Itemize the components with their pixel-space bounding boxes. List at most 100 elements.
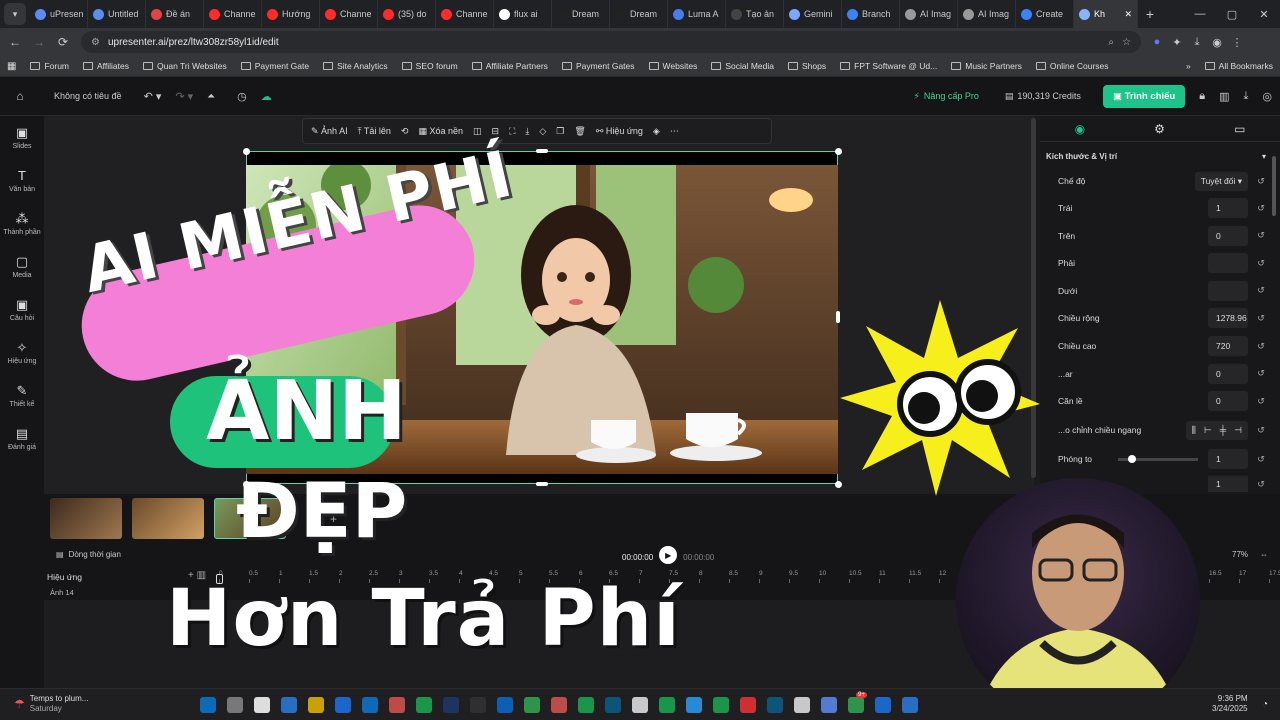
align-left-icon[interactable]: ⊢ [1204, 425, 1212, 436]
photoshop-icon[interactable] [443, 697, 459, 713]
reset-icon[interactable]: ↺ [1254, 425, 1268, 436]
align-center-icon[interactable]: ╪ [1220, 425, 1226, 436]
rail-item-questions[interactable]: ▣ Câu hỏi [0, 288, 44, 331]
browser-menu-icon[interactable]: ⋮ [1227, 36, 1247, 49]
redo-icon[interactable]: ↷ ▾ [175, 90, 193, 103]
bookmark-folder[interactable]: Shops [781, 61, 833, 71]
profile-avatar-icon[interactable]: ◉ [1207, 36, 1227, 49]
browser-tab[interactable]: Tạo ản [726, 0, 784, 28]
bookmark-folder[interactable]: Payment Gate [234, 61, 316, 71]
edge-icon[interactable] [335, 697, 351, 713]
forward-icon[interactable]: → [27, 35, 51, 49]
reset-icon[interactable]: ↺ [1254, 341, 1268, 352]
property-input[interactable]: 1 [1208, 198, 1248, 218]
flip-horizontal-icon[interactable]: ◫ [473, 126, 482, 137]
comments-tab-icon[interactable]: ▭ [1234, 122, 1245, 136]
align-buttons[interactable]: ⫼ ⊢ ╪ ⊣ [1185, 420, 1248, 440]
browser-tab[interactable]: uPresen [30, 0, 88, 28]
new-tab-icon[interactable]: + [1138, 6, 1162, 22]
app-icon[interactable] [821, 697, 837, 713]
windows-start-icon[interactable] [200, 697, 216, 713]
reload-icon[interactable]: ⟳ [51, 35, 75, 49]
all-bookmarks[interactable]: All Bookmarks [1198, 61, 1280, 71]
align-right-icon[interactable]: ⊣ [1234, 425, 1242, 436]
property-input[interactable]: 1278.96 [1208, 308, 1248, 329]
analytics-icon[interactable]: ▥ [1219, 90, 1229, 103]
property-input[interactable]: 0 [1208, 225, 1248, 246]
slide-thumb-1[interactable] [50, 498, 122, 539]
browser-tab[interactable]: (35) do [378, 0, 436, 28]
resize-handle-tr[interactable] [835, 148, 842, 155]
tab-search-icon[interactable]: ▾ [4, 3, 26, 25]
ai-image-button[interactable]: ✎ Ảnh AI [311, 126, 348, 137]
flip-vertical-icon[interactable]: ⊟ [492, 126, 500, 137]
reset-icon[interactable]: ↺ [1254, 285, 1268, 296]
app-icon[interactable] [605, 697, 621, 713]
back-icon[interactable]: ← [3, 35, 27, 49]
zoom-input[interactable]: 1 [1208, 449, 1248, 469]
home-icon[interactable]: ⌂ [0, 89, 40, 103]
file-explorer-icon[interactable] [308, 697, 324, 713]
url-field[interactable]: ⚙ upresenter.ai/prez/ltw308zr58yl1id/edi… [81, 31, 1141, 53]
property-input[interactable] [1208, 280, 1248, 301]
app-icon[interactable] [578, 697, 594, 713]
duplicate-icon[interactable]: ❐ [556, 126, 564, 137]
extra-input[interactable]: 1 [1208, 476, 1248, 492]
undo-icon[interactable]: ↶ ▾ [144, 90, 162, 103]
browser-tab[interactable]: Luma A [668, 0, 726, 28]
app-icon[interactable] [389, 697, 405, 713]
rail-item-design[interactable]: ✎ Thiết kế [0, 374, 44, 417]
resize-handle-bottom[interactable] [536, 482, 548, 486]
resize-handle-top[interactable] [536, 149, 548, 153]
extensions-puzzle-icon[interactable]: ✦ [1167, 36, 1187, 49]
browser-tab[interactable]: Gemini [784, 0, 842, 28]
bookmark-folder[interactable]: SEO forum [395, 61, 465, 71]
bookmark-folder[interactable]: Music Partners [944, 61, 1029, 71]
delete-icon[interactable]: 🗑︎ [574, 126, 585, 137]
document-title[interactable]: Không có tiêu đề [54, 91, 122, 101]
rail-item-text[interactable]: T Văn bản [0, 159, 44, 202]
bookmark-folder[interactable]: Affiliate Partners [465, 61, 555, 71]
reset-icon[interactable]: ↺ [1254, 203, 1268, 214]
layer-label[interactable]: Ảnh 14 [50, 588, 74, 597]
present-button[interactable]: ▣ Trình chiếu [1102, 84, 1186, 108]
apps-grid-icon[interactable]: ▦ [0, 61, 23, 72]
browser-tab[interactable]: Dream [610, 0, 668, 28]
maximize-icon[interactable]: ▢ [1216, 8, 1248, 21]
bookmark-folder[interactable]: Online Courses [1029, 61, 1116, 71]
timeline-zoom[interactable]: 77% ⇔ [1232, 550, 1268, 559]
browser-tab[interactable]: Create [1016, 0, 1074, 28]
browser-tab[interactable]: AI Imag [958, 0, 1016, 28]
browser-tab[interactable]: Channe [204, 0, 262, 28]
app-icon[interactable] [875, 697, 891, 713]
browser-tab[interactable]: Branch [842, 0, 900, 28]
extension-icon[interactable]: ● [1147, 36, 1167, 48]
app-icon[interactable] [740, 697, 756, 713]
style-tab-icon[interactable]: ◉ [1075, 122, 1085, 136]
browser-tab[interactable]: Channe [320, 0, 378, 28]
account-icon[interactable]: ◎ [1262, 90, 1272, 103]
rail-item-assessment[interactable]: ▤ Đánh giá [0, 417, 44, 460]
export-icon[interactable]: ⤓ [1244, 90, 1249, 103]
bookmark-star-icon[interactable]: ☆ [1122, 37, 1131, 48]
rail-item-effects[interactable]: ✧ Hiệu ứng [0, 331, 44, 374]
chrome-icon[interactable] [848, 697, 864, 713]
reset-icon[interactable]: ↺ [1254, 258, 1268, 269]
reset-icon[interactable]: ↺ [1254, 396, 1268, 407]
close-window-icon[interactable]: ✕ [1248, 8, 1280, 21]
timeline-toggle[interactable]: ▤ Dòng thời gian [56, 550, 121, 559]
bookmark-folder[interactable]: Social Media [704, 61, 781, 71]
browser-tab[interactable]: flux ai [494, 0, 552, 28]
reset-icon[interactable]: ↺ [1254, 454, 1268, 465]
task-view-icon[interactable] [254, 697, 270, 713]
close-tab-icon[interactable]: ✕ [1124, 9, 1132, 20]
drop-icon[interactable]: ◇ [539, 126, 546, 137]
reset-icon[interactable]: ↺ [1254, 176, 1268, 187]
rail-item-slides[interactable]: ▣ Slides [0, 116, 44, 159]
reset-icon[interactable]: ↺ [1254, 368, 1268, 379]
animation-tab-icon[interactable]: ⚙ [1154, 122, 1165, 136]
search-icon[interactable] [227, 697, 243, 713]
zoom-search-icon[interactable]: ⌕ [1108, 37, 1114, 48]
fit-icon[interactable]: ⇔ [1260, 550, 1268, 559]
panel-scrollbar[interactable] [1272, 156, 1276, 216]
